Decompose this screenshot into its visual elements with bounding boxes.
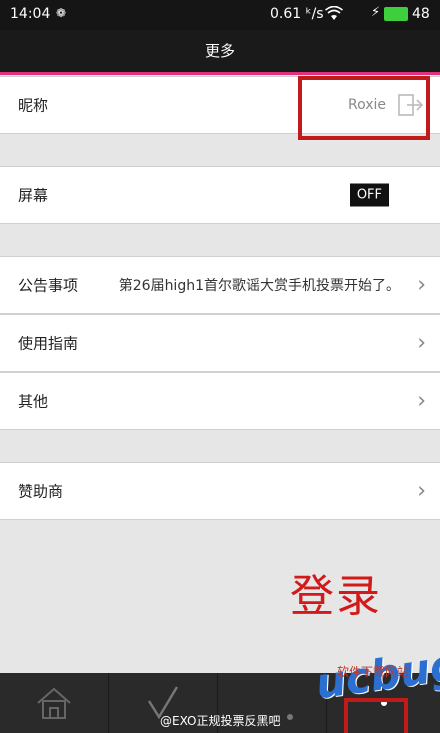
chevron-right-icon: ›	[417, 272, 426, 298]
chevron-right-icon: ›	[417, 478, 426, 504]
annotation-box-login-icon	[298, 76, 430, 140]
watermark: @EXO正规投票反黑吧	[160, 714, 281, 728]
sponsor-row[interactable]: 赞助商 ›	[0, 462, 440, 520]
notice-label: 公告事项	[18, 276, 79, 295]
status-bar: 14:04 ❁ 0.61 ᵏ/s ⚡ 48	[0, 0, 440, 30]
tab-home[interactable]	[0, 673, 109, 733]
chevron-right-icon: ›	[417, 330, 426, 356]
guide-row[interactable]: 使用指南 ›	[0, 314, 440, 372]
other-row[interactable]: 其他 ›	[0, 372, 440, 430]
screen-row[interactable]: 屏幕 OFF	[0, 166, 440, 224]
notice-value: 第26届high1首尔歌谣大赏手机投票开始了。	[118, 278, 400, 294]
annotation-login-text: 登录	[290, 571, 382, 622]
site-subtitle: 软件下载网站	[337, 665, 410, 679]
chevron-right-icon: ›	[417, 388, 426, 414]
status-time: 14:04	[10, 6, 51, 22]
wifi-icon	[325, 6, 343, 20]
battery-icon	[384, 7, 408, 21]
dot-icon	[287, 714, 293, 720]
nickname-label: 昵称	[18, 96, 49, 115]
qq-icon: ❁	[56, 6, 67, 20]
charging-icon: ⚡	[371, 5, 381, 20]
sponsor-label: 赞助商	[18, 482, 64, 501]
status-net-speed: 0.61 ᵏ/s	[270, 6, 324, 22]
guide-label: 使用指南	[18, 334, 79, 353]
notice-row[interactable]: 公告事项 第26届high1首尔歌谣大赏手机投票开始了。 ›	[0, 256, 440, 314]
screen-label: 屏幕	[18, 186, 49, 205]
other-label: 其他	[18, 392, 49, 411]
screen-toggle[interactable]: OFF	[349, 183, 389, 207]
page-title: 更多	[0, 30, 440, 75]
home-icon	[37, 687, 71, 719]
battery-level: 48	[412, 6, 430, 22]
